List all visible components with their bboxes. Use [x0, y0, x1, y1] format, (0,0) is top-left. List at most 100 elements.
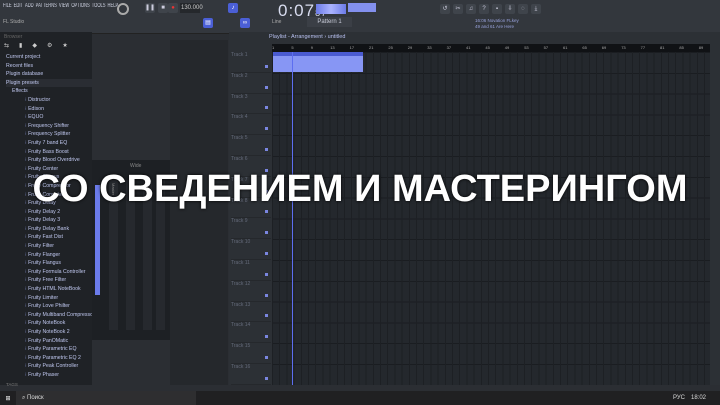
browser-effect-item[interactable]: Fruity 7 band EQ	[0, 139, 92, 148]
track-header[interactable]: Track 13	[231, 302, 271, 323]
ruler-tick: 5	[291, 45, 294, 50]
browser-effect-item[interactable]: Fruity Fast Dist	[0, 233, 92, 242]
browser-effect-item[interactable]: Fruity Flanger	[0, 251, 92, 260]
browser-item[interactable]: Effects	[6, 87, 92, 96]
snap-mode[interactable]: Line	[272, 19, 281, 25]
browser-effect-item[interactable]: Fruity Love Philter	[0, 302, 92, 311]
help-icon[interactable]: ?	[479, 4, 489, 14]
record-icon[interactable]: ●	[168, 3, 178, 13]
browser-effect-item[interactable]: Edison	[0, 105, 92, 114]
browser-effect-item[interactable]: Fruity NoteBook	[0, 319, 92, 328]
tray-lang[interactable]: РУС	[673, 395, 691, 401]
browser-tab-all[interactable]: ⇆	[4, 42, 9, 53]
track-mute-icon[interactable]	[265, 85, 268, 89]
timeline-ruler[interactable]: 1 5 9 13 17 21 25 29 33 37 41 45 49 53 57 61 65 69 73 77 81 8…	[272, 44, 710, 52]
track-mute-icon[interactable]	[265, 106, 268, 110]
browser-item[interactable]: Plugin presets	[6, 78, 92, 88]
browser-effect-item[interactable]: Fruity Parametric EQ	[0, 345, 92, 354]
browser-tab-plugins[interactable]: ◆	[32, 42, 37, 53]
track-mute-icon[interactable]	[265, 272, 268, 276]
ruler-tick: 33	[427, 45, 432, 50]
track-mute-icon[interactable]	[265, 251, 268, 255]
menu-tools[interactable]: TOOLS	[92, 3, 106, 9]
mic-icon[interactable]: ♫	[466, 4, 476, 14]
browser-effect-item[interactable]: Fruity Limiter	[0, 294, 92, 303]
menu-file[interactable]: FILE	[3, 3, 12, 9]
browser-effect-item[interactable]: Fruity PanOMatic	[0, 337, 92, 346]
track-header[interactable]: Track 11	[231, 260, 271, 281]
main-volume-knob[interactable]	[117, 3, 129, 15]
audio-clip[interactable]: DEMONS · un..d · DEMONS · untitled	[273, 52, 363, 72]
browser-effect-item[interactable]: Fruity Filter	[0, 242, 92, 251]
browser-effect-item[interactable]: Fruity HTML NoteBook	[0, 285, 92, 294]
browser-effect-item[interactable]: Distructor	[0, 96, 92, 105]
pause-icon[interactable]: ❚❚	[145, 3, 155, 13]
browser-effect-item[interactable]: Fruity Bass Boost	[0, 148, 92, 157]
menu-view[interactable]: VIEW	[59, 3, 69, 9]
menu-edit[interactable]: EDIT	[14, 3, 23, 9]
browser-effect-item[interactable]: Fruity Delay 3	[0, 216, 92, 225]
browser-effect-item[interactable]: Fruity Blood Overdrive	[0, 156, 92, 165]
browser-effect-item[interactable]: EQUO	[0, 113, 92, 122]
browser-effect-item[interactable]: Frequency Splitter	[0, 130, 92, 139]
taskbar-search[interactable]: ⌕ Поиск	[16, 391, 196, 405]
arrangement-grid[interactable]: DEMONS · un..d · DEMONS · untitled	[272, 52, 710, 385]
undo-icon[interactable]: ↺	[440, 4, 450, 14]
track-header[interactable]: Track 5	[231, 135, 271, 156]
render-icon[interactable]: ⇩	[505, 4, 515, 14]
export-icon[interactable]: ⤓	[531, 4, 541, 14]
menu-patterns[interactable]: PATTERNS	[36, 3, 57, 9]
browser-tab-fav[interactable]: ★	[62, 42, 67, 53]
link-icon[interactable]: ∞	[240, 18, 250, 28]
menu-add[interactable]: ADD	[25, 3, 34, 9]
browser-tab-db[interactable]: ⚙	[47, 42, 52, 53]
browser-item[interactable]: Plugin database	[6, 70, 92, 79]
track-header[interactable]: Track 15	[231, 343, 271, 364]
browser-effect-item[interactable]: Fruity Phaser	[0, 371, 92, 380]
tempo-display[interactable]: 130.000	[180, 3, 203, 13]
track-header[interactable]: Track 16	[231, 364, 271, 385]
track-header[interactable]: Track 10	[231, 239, 271, 260]
track-mute-icon[interactable]	[265, 355, 268, 359]
menu-options[interactable]: OPTIONS	[71, 3, 89, 9]
browser-item[interactable]: Current project	[6, 53, 92, 62]
track-mute-icon[interactable]	[265, 127, 268, 131]
browser-tab-files[interactable]: ▮	[19, 42, 22, 53]
browser-effect-item[interactable]: Fruity Formula Controller	[0, 268, 92, 277]
playhead[interactable]	[292, 52, 293, 385]
track-mute-icon[interactable]	[265, 335, 268, 339]
track-mute-icon[interactable]	[265, 293, 268, 297]
playlist-tool-icon[interactable]: ▤	[203, 18, 213, 28]
track-header[interactable]: Track 3	[231, 94, 271, 115]
save-icon[interactable]: ▪	[492, 4, 502, 14]
snap-icon[interactable]: ♪	[228, 3, 238, 13]
chat-icon[interactable]: ◌	[518, 4, 528, 14]
browser-item[interactable]: Recent files	[6, 62, 92, 71]
browser-effect-item[interactable]: Fruity Flangus	[0, 259, 92, 268]
cut-icon[interactable]: ✂	[453, 4, 463, 14]
track-header[interactable]: Track 4	[231, 114, 271, 136]
menu-help[interactable]: HELP	[108, 3, 119, 9]
track-header[interactable]: Track 9	[231, 218, 271, 240]
browser-effect-item[interactable]: Frequency Shifter	[0, 122, 92, 131]
track-mute-icon[interactable]	[265, 64, 268, 68]
news-hint[interactable]: 16:06 Novation FLkey 49 and 61 Are Here	[475, 18, 520, 30]
browser-effect-item[interactable]: Fruity NoteBook 2	[0, 328, 92, 337]
windows-start-icon[interactable]: ⊞	[0, 395, 16, 402]
stop-icon[interactable]: ■	[158, 3, 168, 13]
browser-effect-item[interactable]: Fruity Free Filter	[0, 276, 92, 285]
browser-effect-item[interactable]: Fruity Delay Bank	[0, 225, 92, 234]
track-header[interactable]: Track 14	[231, 322, 271, 344]
track-header[interactable]: Track 12	[231, 281, 271, 302]
track-mute-icon[interactable]	[265, 376, 268, 380]
track-mute-icon[interactable]	[265, 147, 268, 151]
tray-clock[interactable]: 18:02	[691, 395, 720, 401]
track-mute-icon[interactable]	[265, 314, 268, 318]
pattern-selector[interactable]: Pattern 1	[307, 17, 352, 27]
browser-effect-item[interactable]: Fruity Peak Controller	[0, 362, 92, 371]
browser-effect-item[interactable]: Fruity Parametric EQ 2	[0, 354, 92, 363]
browser-effect-item[interactable]: Fruity Multiband Compressor	[0, 311, 92, 320]
track-header[interactable]: Track 1	[231, 52, 271, 73]
track-header[interactable]: Track 2	[231, 73, 271, 94]
track-mute-icon[interactable]	[265, 231, 268, 235]
